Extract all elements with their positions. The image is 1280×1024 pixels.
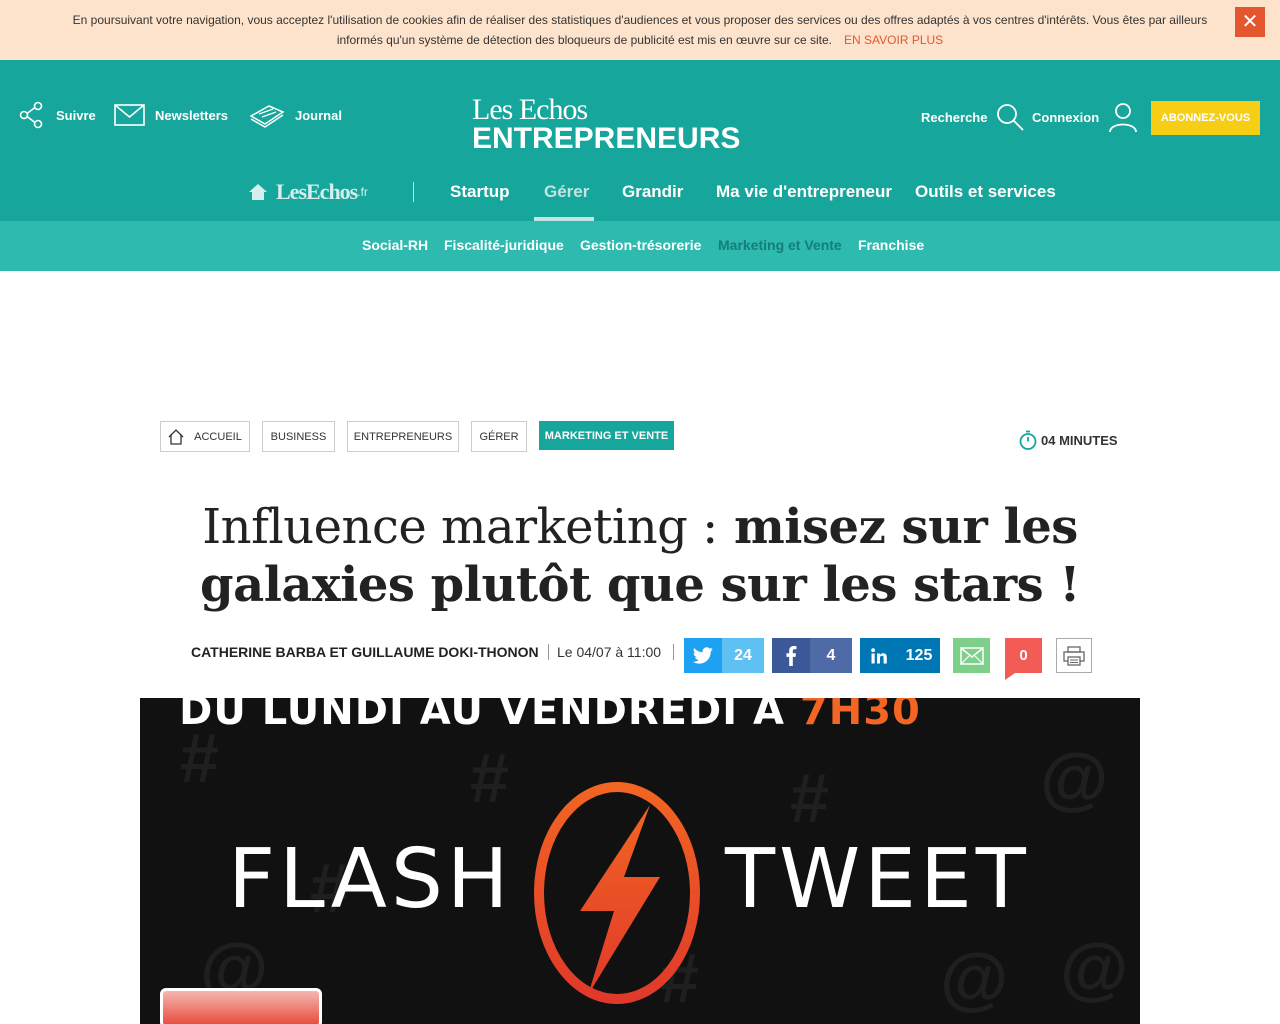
article-date: Le 04/07 à 11:00 bbox=[557, 644, 662, 660]
hashtag-pattern: # bbox=[790, 759, 829, 837]
lesechos-link[interactable]: LesEchos .fr bbox=[248, 179, 368, 204]
breadcrumb-business[interactable]: Business bbox=[262, 421, 335, 452]
hashtag-pattern: # bbox=[470, 739, 509, 817]
hero-days: DU LUNDI AU VENDREDI À bbox=[179, 698, 800, 734]
article-hero-image: # # # # # @ @ @ @ DU LUNDI AU VENDREDI À… bbox=[140, 698, 1140, 1024]
facebook-share-button[interactable]: 4 bbox=[772, 638, 852, 673]
subnav-social-rh[interactable]: Social-RH bbox=[362, 237, 428, 253]
lesechos-label: LesEchos bbox=[276, 179, 358, 204]
breadcrumb-label: Accueil bbox=[194, 430, 242, 443]
comments-button[interactable]: 0 bbox=[1005, 638, 1042, 673]
home-icon bbox=[168, 428, 184, 445]
main-nav: LesEchos .fr Startup Gérer Grandir Ma vie… bbox=[0, 168, 1280, 221]
subnav-gestion[interactable]: Gestion-trésorerie bbox=[580, 237, 701, 253]
home-icon bbox=[249, 184, 267, 200]
hero-flash-word: FLASH bbox=[228, 832, 513, 927]
nav-separator bbox=[413, 182, 414, 202]
site-logo[interactable]: Les Echos ENTREPRENEURS bbox=[472, 93, 774, 155]
login-label: Connexion bbox=[1032, 109, 1100, 125]
article-title: Influence marketing : misez sur les gala… bbox=[160, 498, 1120, 614]
linkedin-count: 125 bbox=[898, 638, 940, 673]
subscribe-button[interactable]: ABONNEZ-VOUS bbox=[1151, 101, 1260, 135]
subnav-marketing[interactable]: Marketing et Vente bbox=[718, 237, 842, 253]
author-thumbnail bbox=[160, 988, 322, 1024]
facebook-count: 4 bbox=[810, 638, 852, 673]
read-time: 04 MINUTES bbox=[1019, 430, 1118, 450]
close-icon[interactable]: ✕ bbox=[1235, 7, 1265, 37]
nav-grandir[interactable]: Grandir bbox=[622, 182, 683, 202]
title-light: Influence marketing : bbox=[202, 499, 718, 555]
logo-bottom: ENTREPRENEURS bbox=[472, 122, 741, 155]
byline-separator bbox=[673, 644, 674, 660]
breadcrumb-gerer[interactable]: Gérer bbox=[471, 421, 527, 452]
share-icon bbox=[19, 101, 43, 129]
newspaper-icon bbox=[249, 105, 285, 128]
lightning-egg-icon bbox=[534, 782, 700, 1004]
printer-icon bbox=[1063, 645, 1085, 666]
hero-time: 7H30 bbox=[799, 698, 921, 734]
subnav-fiscalite[interactable]: Fiscalité-juridique bbox=[444, 237, 564, 253]
hero-tweet-word: TWEET bbox=[725, 832, 1030, 927]
journal-link[interactable]: Journal bbox=[249, 100, 342, 130]
breadcrumb-marketing[interactable]: Marketing et vente bbox=[539, 421, 674, 450]
hashtag-pattern: @ bbox=[1040, 739, 1109, 817]
journal-label: Journal bbox=[295, 107, 342, 123]
comments-bubble-tail bbox=[1005, 673, 1015, 680]
logo-top: Les Echos bbox=[472, 93, 588, 126]
nav-outils[interactable]: Outils et services bbox=[915, 182, 1056, 202]
follow-label: Suivre bbox=[56, 107, 96, 123]
site-header: Suivre Newsletters Journal Les Echos ENT… bbox=[0, 60, 1280, 221]
search-icon bbox=[997, 104, 1025, 131]
user-icon bbox=[1109, 103, 1138, 133]
hashtag-pattern: @ bbox=[1060, 929, 1129, 1007]
mail-icon bbox=[953, 638, 990, 673]
hero-schedule-text: DU LUNDI AU VENDREDI À 7H30 bbox=[140, 698, 960, 734]
cookie-more-link[interactable]: EN SAVOIR PLUS bbox=[844, 33, 943, 47]
sub-nav: Social-RH Fiscalité-juridique Gestion-tr… bbox=[0, 221, 1280, 271]
nav-ma-vie[interactable]: Ma vie d'entrepreneur bbox=[716, 182, 892, 202]
read-time-label: 04 MINUTES bbox=[1041, 432, 1118, 448]
newsletters-label: Newsletters bbox=[155, 107, 228, 123]
twitter-count: 24 bbox=[722, 638, 764, 673]
byline-separator bbox=[548, 644, 549, 660]
cookie-text: En poursuivant votre navigation, vous ac… bbox=[60, 10, 1220, 50]
mail-icon bbox=[114, 104, 145, 126]
search-button[interactable]: Recherche bbox=[921, 100, 1025, 134]
newsletters-link[interactable]: Newsletters bbox=[114, 100, 228, 130]
cookie-banner: En poursuivant votre navigation, vous ac… bbox=[0, 0, 1280, 60]
email-share-button[interactable] bbox=[953, 638, 990, 673]
hashtag-pattern: @ bbox=[940, 939, 1009, 1017]
nav-startup[interactable]: Startup bbox=[450, 182, 510, 202]
linkedin-share-button[interactable]: 125 bbox=[860, 638, 940, 673]
stopwatch-icon bbox=[1019, 430, 1037, 450]
print-button[interactable] bbox=[1056, 638, 1092, 673]
search-label: Recherche bbox=[921, 109, 988, 125]
breadcrumb-entrepreneurs[interactable]: Entrepreneurs bbox=[347, 421, 459, 452]
nav-gerer[interactable]: Gérer bbox=[544, 182, 589, 202]
cookie-message: En poursuivant votre navigation, vous ac… bbox=[72, 13, 1208, 47]
lesechos-suffix: .fr bbox=[357, 185, 368, 199]
follow-link[interactable]: Suivre bbox=[18, 100, 96, 130]
facebook-icon bbox=[772, 638, 810, 673]
subnav-franchise[interactable]: Franchise bbox=[858, 237, 924, 253]
breadcrumb-accueil[interactable]: Accueil bbox=[160, 421, 250, 452]
twitter-share-button[interactable]: 24 bbox=[684, 638, 764, 673]
linkedin-icon bbox=[860, 638, 898, 673]
login-button[interactable]: Connexion bbox=[1032, 100, 1139, 134]
twitter-icon bbox=[684, 638, 722, 673]
article-authors[interactable]: Catherine Barba et Guillaume Doki-Thonon bbox=[191, 641, 539, 663]
